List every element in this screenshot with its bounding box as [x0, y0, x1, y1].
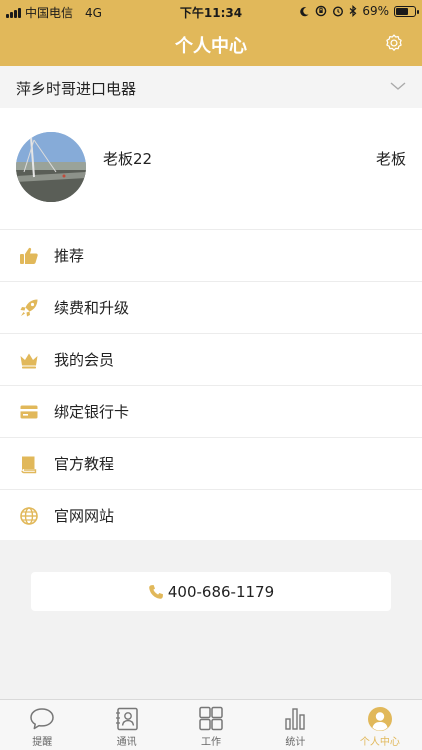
chevron-down-icon: [390, 82, 406, 90]
menu-item-bind-bank-card[interactable]: 绑定银行卡: [0, 386, 422, 438]
menu-label: 续费和升级: [54, 299, 130, 317]
menu-item-renew-upgrade[interactable]: 续费和升级: [0, 282, 422, 334]
phone-button[interactable]: 400-686-1179: [31, 572, 391, 611]
menu-label: 官网网站: [54, 507, 115, 525]
grid-icon: [199, 706, 223, 731]
alarm-icon: [333, 6, 344, 17]
menu-item-website[interactable]: 官网网站: [0, 490, 422, 542]
tab-label: 提醒: [32, 737, 53, 748]
menu-item-membership[interactable]: 我的会员: [0, 334, 422, 386]
menu-label: 官方教程: [54, 455, 115, 473]
status-bar: 中国电信 4G 下午11:34 69%: [0, 0, 422, 22]
tab-label: 工作: [201, 737, 222, 748]
username: 老板22: [103, 150, 153, 168]
menu-item-recommend[interactable]: 推荐: [0, 230, 422, 282]
tab-label: 通讯: [116, 737, 137, 748]
menu-list: 推荐 续费和升级 我的会员 绑定银行卡 官方教程 官网网站: [0, 230, 422, 540]
tab-work[interactable]: 工作: [169, 700, 253, 750]
menu-label: 绑定银行卡: [54, 403, 130, 421]
menu-item-tutorial[interactable]: 官方教程: [0, 438, 422, 490]
profile-card[interactable]: 老板22 老板: [0, 108, 422, 230]
menu-label: 我的会员: [54, 351, 115, 369]
tab-label: 个人中心: [359, 737, 400, 748]
phone-number: 400-686-1179: [167, 582, 275, 601]
tab-label: 统计: [285, 737, 306, 748]
tab-bar: 提醒 通讯 工作 统计 个人中心: [0, 699, 422, 750]
tab-personal-center[interactable]: 个人中心: [338, 700, 422, 750]
bluetooth-icon: [349, 5, 357, 17]
battery-percent: 69%: [362, 4, 389, 18]
page-title: 个人中心: [175, 36, 247, 57]
menu-label: 推荐: [54, 247, 85, 265]
bar-chart-icon: [285, 708, 306, 730]
chat-bubble-icon: [30, 708, 54, 730]
thumbs-up-icon: [20, 247, 38, 264]
tab-statistics[interactable]: 统计: [253, 700, 337, 750]
phone-icon: [149, 584, 163, 599]
moon-icon: [300, 6, 309, 16]
contacts-icon: [115, 707, 138, 731]
globe-icon: [20, 507, 38, 525]
bank-card-icon: [20, 405, 38, 419]
crown-icon: [20, 353, 38, 369]
battery-icon: [394, 5, 419, 17]
rotation-lock-icon: [316, 5, 327, 17]
book-icon: [21, 456, 37, 474]
user-role: 老板: [375, 150, 406, 168]
company-name: 萍乡时哥进口电器: [16, 80, 137, 98]
top-bar: 中国电信 4G 下午11:34 69% 个人中心: [0, 0, 422, 66]
company-selector[interactable]: 萍乡时哥进口电器: [0, 66, 422, 108]
user-avatar-icon: [367, 707, 392, 731]
avatar[interactable]: [16, 132, 86, 202]
rocket-icon: [20, 299, 38, 317]
gear-icon[interactable]: [384, 33, 404, 53]
tab-contacts[interactable]: 通讯: [84, 700, 168, 750]
tab-reminder[interactable]: 提醒: [0, 700, 84, 750]
